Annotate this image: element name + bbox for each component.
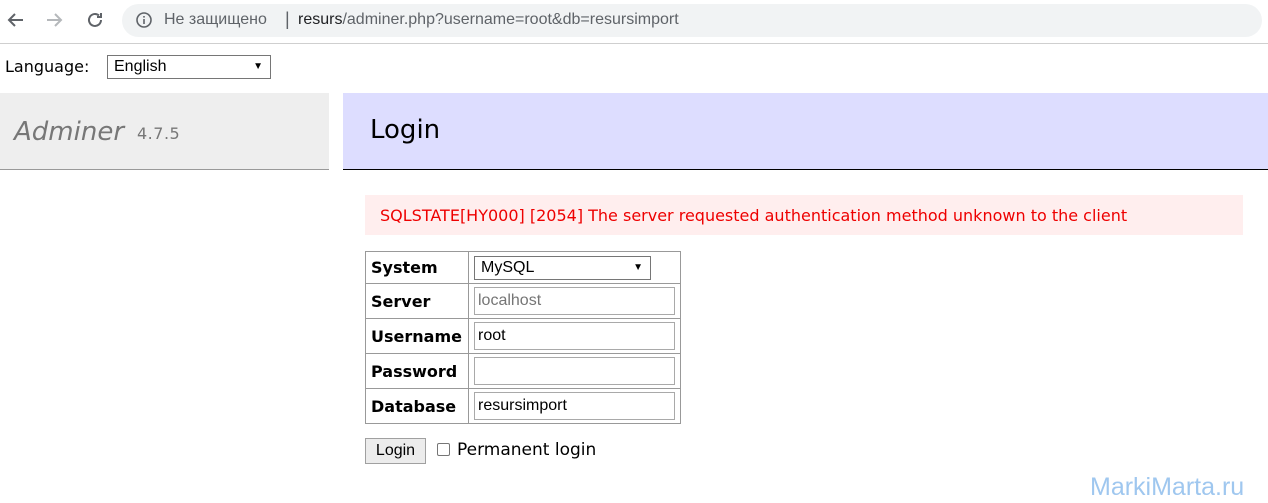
- caret-down-icon: ▼: [253, 61, 263, 72]
- form-row-server: Server localhost: [365, 283, 681, 319]
- system-selected-value: MySQL: [481, 258, 535, 276]
- password-label: Password: [365, 353, 469, 389]
- url-host: resurs: [298, 11, 343, 28]
- password-cell: [468, 353, 681, 389]
- security-status-text[interactable]: Не защищено: [164, 11, 267, 29]
- server-input[interactable]: localhost: [474, 287, 675, 315]
- reload-icon: [88, 12, 102, 27]
- server-cell: localhost: [468, 283, 681, 319]
- username-cell: root: [468, 318, 681, 354]
- system-label: System: [365, 251, 469, 284]
- database-input[interactable]: resursimport: [474, 392, 675, 420]
- database-label: Database: [365, 388, 469, 424]
- language-label: Language:: [5, 57, 90, 76]
- back-button[interactable]: [3, 7, 29, 33]
- url-separator: |: [285, 9, 290, 29]
- brand-name[interactable]: Adminer: [14, 117, 124, 147]
- system-select[interactable]: MySQL ▼: [474, 255, 651, 280]
- form-row-password: Password: [365, 353, 681, 389]
- password-input[interactable]: [474, 357, 675, 385]
- login-form-table: System MySQL ▼ Server localhost Username…: [365, 251, 681, 424]
- arrow-right-icon: [47, 13, 63, 27]
- form-row-database: Database resursimport: [365, 388, 681, 424]
- form-row-username: Username root: [365, 318, 681, 354]
- page-header: Login: [343, 93, 1268, 170]
- username-input[interactable]: root: [474, 322, 675, 350]
- brand-panel: Adminer 4.7.5: [0, 93, 329, 170]
- login-button[interactable]: Login: [365, 438, 426, 464]
- language-select[interactable]: English ▼: [107, 55, 271, 79]
- error-message: SQLSTATE[HY000] [2054] The server reques…: [380, 206, 1128, 225]
- arrow-left-icon: [7, 13, 23, 27]
- username-label: Username: [365, 318, 469, 354]
- language-selected-value: English: [114, 58, 167, 75]
- database-cell: resursimport: [468, 388, 681, 424]
- brand-version[interactable]: 4.7.5: [137, 124, 180, 143]
- forward-button[interactable]: [41, 7, 67, 33]
- permanent-login-label[interactable]: Permanent login: [457, 440, 596, 460]
- system-cell: MySQL ▼: [468, 251, 681, 284]
- error-message-box: SQLSTATE[HY000] [2054] The server reques…: [365, 195, 1243, 235]
- caret-down-icon: ▼: [633, 261, 643, 273]
- url-path: /adminer.php?username=root&db=resursimpo…: [342, 11, 679, 28]
- permanent-login-checkbox[interactable]: [437, 443, 450, 456]
- reload-button[interactable]: [82, 7, 108, 33]
- server-label: Server: [365, 283, 469, 319]
- info-icon[interactable]: [136, 12, 152, 28]
- page-title: Login: [370, 115, 441, 145]
- form-row-system: System MySQL ▼: [365, 251, 681, 284]
- url-text[interactable]: resurs/adminer.php?username=root&db=resu…: [298, 11, 679, 29]
- browser-toolbar: Не защищено | resurs/adminer.php?usernam…: [0, 0, 1268, 44]
- address-bar[interactable]: Не защищено | resurs/adminer.php?usernam…: [122, 4, 1262, 37]
- watermark: MarkiMarta.ru: [1090, 473, 1245, 501]
